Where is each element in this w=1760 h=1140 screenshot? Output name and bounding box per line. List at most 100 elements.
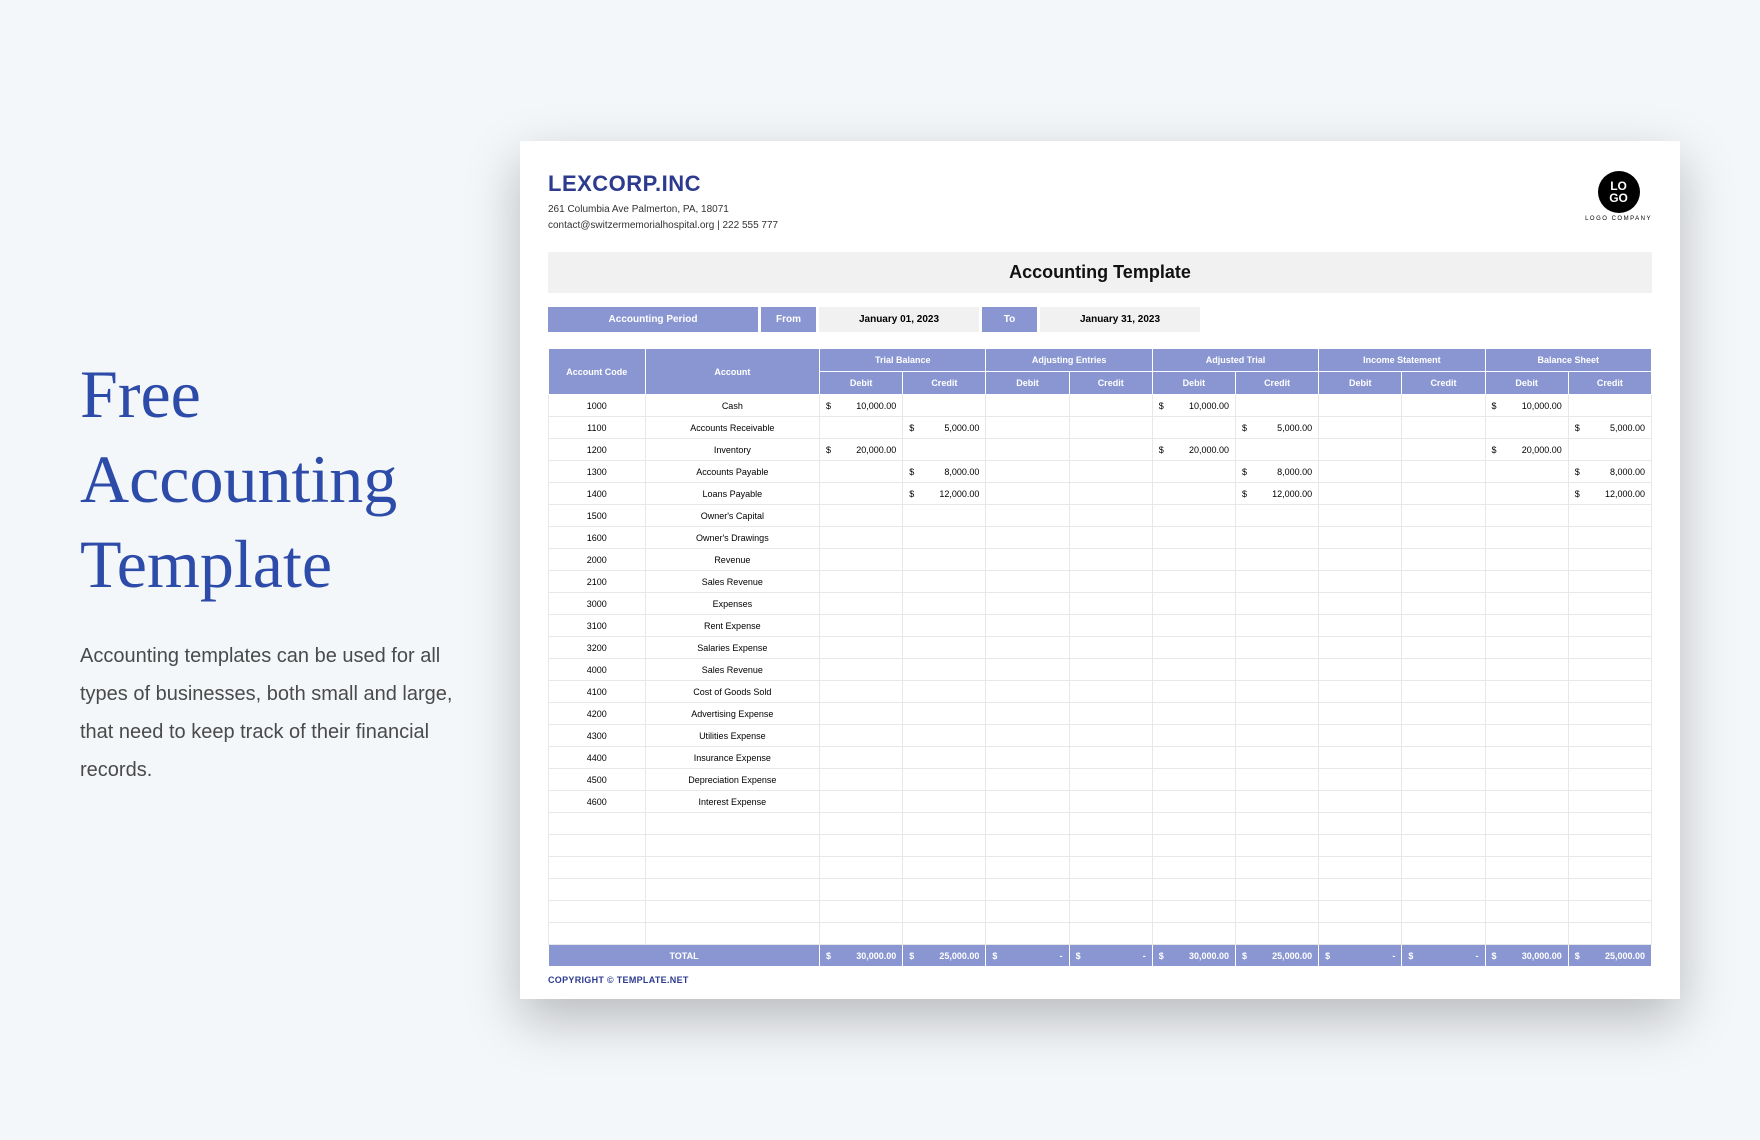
empty-cell	[1152, 813, 1235, 835]
amount-cell	[820, 681, 903, 703]
empty-cell	[903, 901, 986, 923]
empty-cell	[1568, 813, 1651, 835]
empty-cell	[1235, 923, 1318, 945]
cell-code: 4400	[549, 747, 646, 769]
period-to-value: January 31, 2023	[1040, 307, 1200, 332]
company-contact: contact@switzermemorialhospital.org | 22…	[548, 218, 778, 234]
empty-cell	[549, 857, 646, 879]
cell-code: 4600	[549, 791, 646, 813]
cell-account: Owner's Capital	[645, 505, 819, 527]
amount-cell	[903, 747, 986, 769]
amount-cell	[1152, 769, 1235, 791]
empty-cell	[1402, 835, 1485, 857]
cell-code: 1200	[549, 439, 646, 461]
amount-cell	[1402, 769, 1485, 791]
amount-cell	[1568, 593, 1651, 615]
cell-account: Advertising Expense	[645, 703, 819, 725]
table-row: 3100Rent Expense	[549, 615, 1652, 637]
amount-cell	[1568, 769, 1651, 791]
amount-cell	[820, 461, 903, 483]
amount-cell	[1319, 703, 1402, 725]
empty-cell	[1152, 901, 1235, 923]
empty-cell	[1235, 857, 1318, 879]
amount-cell	[903, 439, 986, 461]
amount-cell	[1235, 527, 1318, 549]
amount-cell	[820, 747, 903, 769]
cell-account: Loans Payable	[645, 483, 819, 505]
accounts-table: Account Code Account Trial Balance Adjus…	[548, 348, 1652, 967]
amount-cell	[986, 593, 1069, 615]
empty-cell	[1485, 835, 1568, 857]
table-row: 4100Cost of Goods Sold	[549, 681, 1652, 703]
amount-cell	[820, 769, 903, 791]
cell-code: 1300	[549, 461, 646, 483]
header-credit: Credit	[1568, 372, 1651, 395]
amount-cell	[903, 703, 986, 725]
amount-cell	[1152, 659, 1235, 681]
amount-cell	[1568, 747, 1651, 769]
amount-cell	[1402, 549, 1485, 571]
cell-code: 4000	[549, 659, 646, 681]
cell-account: Interest Expense	[645, 791, 819, 813]
total-row: TOTAL$30,000.00$25,000.00$-$-$30,000.00$…	[549, 945, 1652, 967]
amount-cell	[820, 593, 903, 615]
amount-cell	[1568, 527, 1651, 549]
table-row: 4400Insurance Expense	[549, 747, 1652, 769]
empty-cell	[1568, 923, 1651, 945]
amount-cell	[1069, 681, 1152, 703]
amount-cell	[1402, 659, 1485, 681]
amount-cell: $12,000.00	[1235, 483, 1318, 505]
amount-cell	[1319, 483, 1402, 505]
cell-code: 1000	[549, 395, 646, 417]
table-row: 2000Revenue	[549, 549, 1652, 571]
header-group: Adjusted Trial	[1152, 349, 1318, 372]
empty-cell	[903, 835, 986, 857]
cell-account: Owner's Drawings	[645, 527, 819, 549]
amount-cell	[903, 725, 986, 747]
amount-cell	[1152, 527, 1235, 549]
empty-cell	[820, 835, 903, 857]
company-name: LEXCORP.INC	[548, 171, 778, 197]
amount-cell	[1402, 725, 1485, 747]
amount-cell	[903, 615, 986, 637]
amount-cell	[986, 637, 1069, 659]
period-to-label: To	[982, 307, 1037, 332]
amount-cell: $10,000.00	[1152, 395, 1235, 417]
amount-cell	[903, 395, 986, 417]
empty-cell	[1235, 835, 1318, 857]
empty-cell	[903, 813, 986, 835]
amount-cell	[986, 461, 1069, 483]
amount-cell	[1152, 549, 1235, 571]
amount-cell	[1568, 615, 1651, 637]
empty-cell	[549, 901, 646, 923]
amount-cell	[1069, 593, 1152, 615]
empty-cell	[820, 857, 903, 879]
cell-account: Accounts Receivable	[645, 417, 819, 439]
amount-cell	[1568, 659, 1651, 681]
amount-cell	[1069, 439, 1152, 461]
empty-cell	[986, 879, 1069, 901]
amount-cell	[1069, 615, 1152, 637]
amount-cell: $10,000.00	[820, 395, 903, 417]
amount-cell	[1402, 439, 1485, 461]
amount-cell	[1069, 461, 1152, 483]
amount-cell: $8,000.00	[903, 461, 986, 483]
amount-cell	[1402, 571, 1485, 593]
logo-block: LO GO LOGO COMPANY	[1585, 171, 1652, 222]
amount-cell	[1319, 461, 1402, 483]
empty-cell	[986, 901, 1069, 923]
amount-cell	[1402, 637, 1485, 659]
header-debit: Debit	[1152, 372, 1235, 395]
table-row-blank	[549, 901, 1652, 923]
cell-account: Sales Revenue	[645, 571, 819, 593]
total-cell: $30,000.00	[1152, 945, 1235, 967]
empty-cell	[1235, 879, 1318, 901]
cell-account: Expenses	[645, 593, 819, 615]
empty-cell	[645, 813, 819, 835]
amount-cell	[1152, 571, 1235, 593]
amount-cell	[1402, 417, 1485, 439]
cell-code: 4500	[549, 769, 646, 791]
amount-cell	[1485, 791, 1568, 813]
amount-cell	[1485, 681, 1568, 703]
empty-cell	[1069, 901, 1152, 923]
